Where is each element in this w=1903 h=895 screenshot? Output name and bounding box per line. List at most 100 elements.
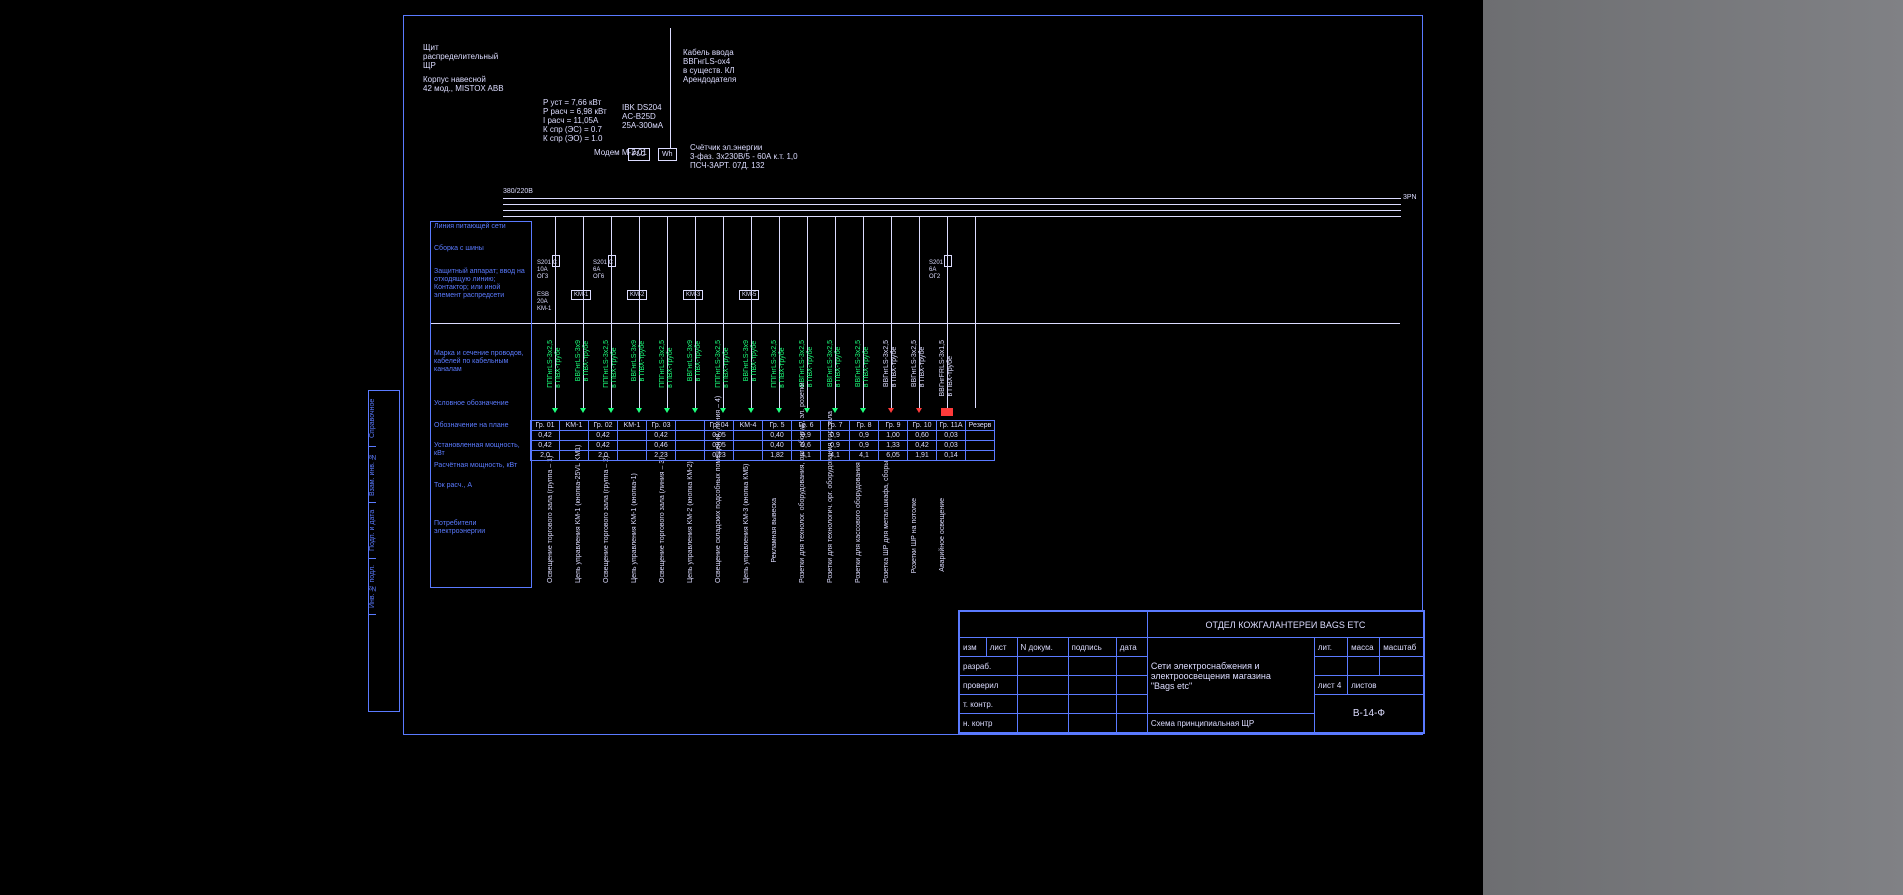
enclosure-label: Корпус навесной 42 мод., MISTOX ABB [423, 75, 504, 93]
tb-proveril: проверил [960, 676, 1018, 695]
cable-label: ППГнгLS-3x2,5в ПВХ-трубе [771, 340, 787, 388]
tb-massa: масса [1348, 638, 1380, 657]
table-cell: 0,40 [763, 431, 792, 441]
table-cell: Гр. 03 [647, 421, 676, 431]
rowlbl-5: Обозначение на плане [434, 422, 526, 430]
table-cell: Гр. 02 [589, 421, 618, 431]
rowlbl-7: Расчётная мощность, кВт [434, 462, 526, 470]
rowlbl-2: Защитный аппарат; ввод на отходящую лини… [434, 268, 526, 300]
arrow-icon [888, 408, 894, 413]
cable-label: ППГнгLS-3x2,5в ПВХ-трубе [603, 340, 619, 388]
tb-nkontr: н. контр [960, 714, 1018, 733]
arrow-icon [580, 408, 586, 413]
table-cell [676, 441, 705, 451]
tb-razrab: разраб. [960, 657, 1018, 676]
table-cell [618, 431, 647, 441]
table-cell: 0,9 [821, 431, 850, 441]
table-cell: 0,9 [850, 441, 879, 451]
table-cell [734, 451, 763, 461]
tb-ndoc: N докум. [1017, 638, 1068, 657]
rowlbl-3: Марка и сечение проводов, кабелей по каб… [434, 350, 526, 374]
circuit-name: Цепь управления KM-1 (кнопка-1) [631, 498, 639, 583]
table-cell: 0,03 [937, 431, 966, 441]
circuit-name: Цепь управления KM-1 (кнопка-25VL KM1) [575, 498, 583, 583]
breaker-label: S201 C6AОГ6 [593, 260, 613, 281]
circuit-name: Цепь управления KM-2 (кнопка КМ-2) [687, 498, 695, 583]
canvas: Справочное Взам. инв. № Подп. и дата Инв… [0, 0, 1903, 895]
table-cell: 0,42 [647, 431, 676, 441]
rowlbl-9: Потребители электроэнергии [434, 520, 526, 536]
arrow-icon [692, 408, 698, 413]
busbar-l3 [503, 216, 1401, 217]
table-cell: Гр. 5 [763, 421, 792, 431]
rowlbl-1: Сборка с шины [434, 245, 526, 253]
table-cell [676, 451, 705, 461]
arrow-icon [608, 408, 614, 413]
tb-sheets: листов [1348, 676, 1424, 695]
cable-label: ППГнгLS-3x2,5в ПВХ-трубе [715, 340, 731, 388]
tb-sheet: лист 4 [1314, 676, 1347, 695]
circuit-name: Освещение торгового зала (линия – 3) [659, 498, 667, 583]
table-cell: 2,23 [647, 451, 676, 461]
table-cell: 0,42 [589, 441, 618, 451]
table-cell: KM-4 [734, 421, 763, 431]
bus-label-right: 3PN [1403, 194, 1417, 201]
arrow-icon [916, 408, 922, 413]
busbar-l1 [503, 204, 1401, 205]
busbar-3pn [503, 198, 1401, 199]
table-cell [966, 441, 995, 451]
table-cell: Гр. 10 [908, 421, 937, 431]
breaker-label: S2016AОГ2 [929, 260, 943, 281]
panel-label: Щит распределительный ЩР [423, 43, 498, 70]
tb-lit: лит. [1314, 638, 1347, 657]
table-cell [618, 451, 647, 461]
stamp-cell: Подп. и дата [369, 503, 376, 559]
table-cell: 0,6 [792, 441, 821, 451]
table-cell [560, 451, 589, 461]
plc-box: PLC [628, 148, 650, 161]
tb-scale: масштаб [1380, 638, 1424, 657]
stamp-cell: Справочное [369, 391, 376, 447]
arrow-icon [636, 408, 642, 413]
cable-label: ВВГнгLS-3x9в ПВХ-трубе [631, 340, 647, 381]
table-cell: 0,23 [705, 451, 734, 461]
km-box: KM-2 [627, 290, 647, 300]
rowlbl-8: Ток расч., А [434, 482, 526, 490]
bus-voltage: 380/220В [503, 188, 533, 195]
cable-label: ВВГнгLS-3x2,5в ПВХ-трубе [883, 340, 899, 387]
circuit-name: Аварийное освещение [939, 498, 947, 572]
side-panel [1483, 0, 1903, 895]
circuit-name: Розетки ШР на потолке [911, 498, 919, 573]
table-cell: 0,9 [792, 431, 821, 441]
table-cell: 4,1 [821, 451, 850, 461]
cable-label: ВВГнгLS-3x2,5в ПВХ-трубе [827, 340, 843, 387]
km-box: KM-1 [571, 290, 591, 300]
tb-tkontr: т. контр. [960, 695, 1018, 714]
circuit-name: Освещение торгового зала (группа – 2) [603, 498, 611, 583]
proj-title: Сети электроснабжения и электроосвещения… [1147, 638, 1314, 714]
esb-label: ESB20AKM-1 [537, 292, 551, 313]
stamp-strip: Справочное Взам. инв. № Подп. и дата Инв… [368, 390, 400, 712]
table-cell: KM-1 [618, 421, 647, 431]
circuit-name: Цепь управления KM-3 (кнопка КМ5) [743, 498, 751, 583]
circuit-name: Рекламная вывеска [771, 498, 779, 563]
table-cell: Гр. 6 [792, 421, 821, 431]
arrow-icon [748, 408, 754, 413]
circuit-name: Розетки для технологич. орг. оборудовани… [827, 498, 835, 583]
table-cell: KM-1 [560, 421, 589, 431]
cable-label: ВВГнгLS-3x2,5в ПВХ-трубе [911, 340, 927, 387]
table-cell: 0,42 [531, 431, 560, 441]
table-cell [560, 441, 589, 451]
cable-label: ВВГнгLS-3x2,5в ПВХ-трубе [799, 340, 815, 387]
rowlbl-0: Линия питающей сети [434, 223, 526, 231]
table-cell: 0,60 [908, 431, 937, 441]
power-params: Р уст = 7,66 кВт Р расч = 6,98 кВт I рас… [543, 98, 607, 143]
table-cell: 0,42 [908, 441, 937, 451]
table-cell: 6,05 [879, 451, 908, 461]
circuit-name: Розетка ШР для метал.шкафа, сборы [883, 498, 891, 583]
circuit-name: Освещение торгового зала (группа – 1) [547, 498, 555, 583]
circuit-line [975, 216, 976, 408]
table-cell [966, 431, 995, 441]
table-cell: 1,00 [879, 431, 908, 441]
meter-label: Счётчик эл.энергии 3-фаз. 3х230В/5 - 60А… [690, 143, 798, 170]
